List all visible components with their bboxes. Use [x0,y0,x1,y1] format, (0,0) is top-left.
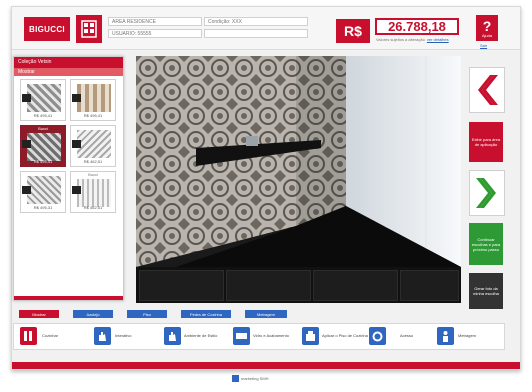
tile-top-label: Bucci [38,126,48,131]
toolbar-label: Acesso [400,333,414,338]
hand-icon[interactable] [94,327,111,345]
toolbar-label: Metragem [458,333,477,338]
apply-area-label: Exibir para área de aplicação [471,137,501,147]
toolbar-label: Cozinhar [42,333,59,338]
tab-piso[interactable]: Piso [127,310,167,318]
camera-thumbnail-strip [136,267,461,303]
tile-option[interactable]: Bucci R$ 462,51 [70,171,116,213]
tile-option[interactable]: R$ 495,41 [20,79,66,121]
help-label: Ajuda [481,32,493,38]
tile-option[interactable]: R$ 462,51 [70,125,116,167]
camera-thumbnail[interactable] [139,270,224,301]
save-photo-button[interactable]: Gerar foto da minha escolha [469,273,503,309]
zoom-icon[interactable] [72,186,81,194]
target-icon[interactable] [369,327,386,345]
header-bar: BIGUCCI AREA RESIDENCE Condição: XXX USU… [12,7,520,50]
toolbar-label: Interativo [115,333,132,338]
app-window: BIGUCCI AREA RESIDENCE Condição: XXX USU… [11,6,521,370]
tile-option[interactable]: R$ 495,41 [70,79,116,121]
tile-swatch [27,133,61,161]
tile-price: R$ 462,51 [83,159,103,164]
next-button[interactable] [469,170,505,216]
tile-price: R$ 495,41 [33,159,53,164]
glass-icon[interactable] [233,327,250,345]
toolbar-label: Ambiente de Estilo [184,333,218,338]
camera-thumbnail[interactable] [400,270,459,301]
toolbar-label: Aplicar o Piso de Cozinha [322,333,368,338]
tab-mostrar[interactable]: Mostrar [19,310,59,318]
bottom-toolbar: Cozinhar Interativo Ambiente de Estilo V… [13,323,505,350]
info-field-user: USUARIO: 55555 [108,29,202,38]
question-icon: ? [482,17,492,34]
chevron-right-icon [476,178,496,208]
previous-button[interactable] [469,67,505,113]
zoom-icon[interactable] [22,94,31,102]
catalog-bottom-bar [14,296,123,300]
price-details-link[interactable]: ver detalhes [427,37,449,42]
tile-swatch [27,84,61,112]
floor-icon[interactable] [302,327,319,345]
exit-link[interactable]: Sair [480,43,487,48]
apply-area-button[interactable]: Exibir para área de aplicação [469,122,503,162]
brand-small-icon [232,375,239,382]
info-field-empty [204,29,308,38]
currency-badge: R$ [336,19,370,43]
tile-swatch [77,179,111,207]
price-note-text: Valores sujeitos a alteração [376,37,425,42]
brand-logo: BIGUCCI [24,17,70,41]
info-field-residence: AREA RESIDENCE [108,17,202,26]
person-icon[interactable] [437,327,454,345]
help-button[interactable]: ? Ajuda [476,15,498,41]
zoom-icon[interactable] [72,140,81,148]
tile-top-label: Bucci [88,172,98,177]
tile-price: R$ 495,41 [83,113,103,118]
catalog-subtitle: Mostrar [14,68,123,76]
tab-metragem[interactable]: Metragem [245,310,287,318]
total-price: 26.788,18 [375,18,459,35]
camera-thumbnail[interactable] [313,270,398,301]
catalog-title: Coleção Vetsin [14,57,123,68]
tab-azulejo[interactable]: Azulejo [73,310,113,318]
continue-button[interactable]: Continuar escolhas e para próximo passo [469,223,503,265]
zoom-icon[interactable] [72,94,81,102]
continue-label: Continuar escolhas e para próximo passo [471,236,501,252]
zoom-icon[interactable] [22,140,31,148]
room-preview [136,56,461,303]
footer-bar [12,362,520,369]
toolbar-label: Vidro e Acabamento [253,333,289,338]
tile-swatch [27,176,61,204]
tile-price: R$ 495,31 [33,205,53,210]
tile-price: R$ 495,41 [33,113,53,118]
footer-text: marketing SMH [241,376,269,381]
tile-swatch [77,130,111,158]
info-field-condition: Condição: XXX [204,17,308,26]
room-render [136,56,461,267]
camera-thumbnail[interactable] [226,270,311,301]
tile-swatch [77,84,111,112]
zoom-icon[interactable] [22,186,31,194]
footer-credit: marketing SMH [232,375,269,382]
tile-option-selected[interactable]: Bucci R$ 495,41 [20,125,66,167]
category-tabs: Mostrar Azulejo Piso Pedra de Cozinha Me… [13,309,501,320]
price-note: Valores sujeitos a alteração ver detalhes [376,37,449,42]
hand-icon[interactable] [164,327,181,345]
save-photo-label: Gerar foto da minha escolha [473,286,499,296]
tile-price: R$ 462,51 [83,205,103,210]
home-icon[interactable] [76,15,102,43]
chevron-left-icon [478,75,498,105]
tile-option[interactable]: R$ 495,31 [20,171,66,213]
tile-catalog: Coleção Vetsin Mostrar R$ 495,41 R$ 495,… [13,56,124,301]
kitchen-icon[interactable] [20,327,37,345]
tab-pedra-cozinha[interactable]: Pedra de Cozinha [181,310,231,318]
